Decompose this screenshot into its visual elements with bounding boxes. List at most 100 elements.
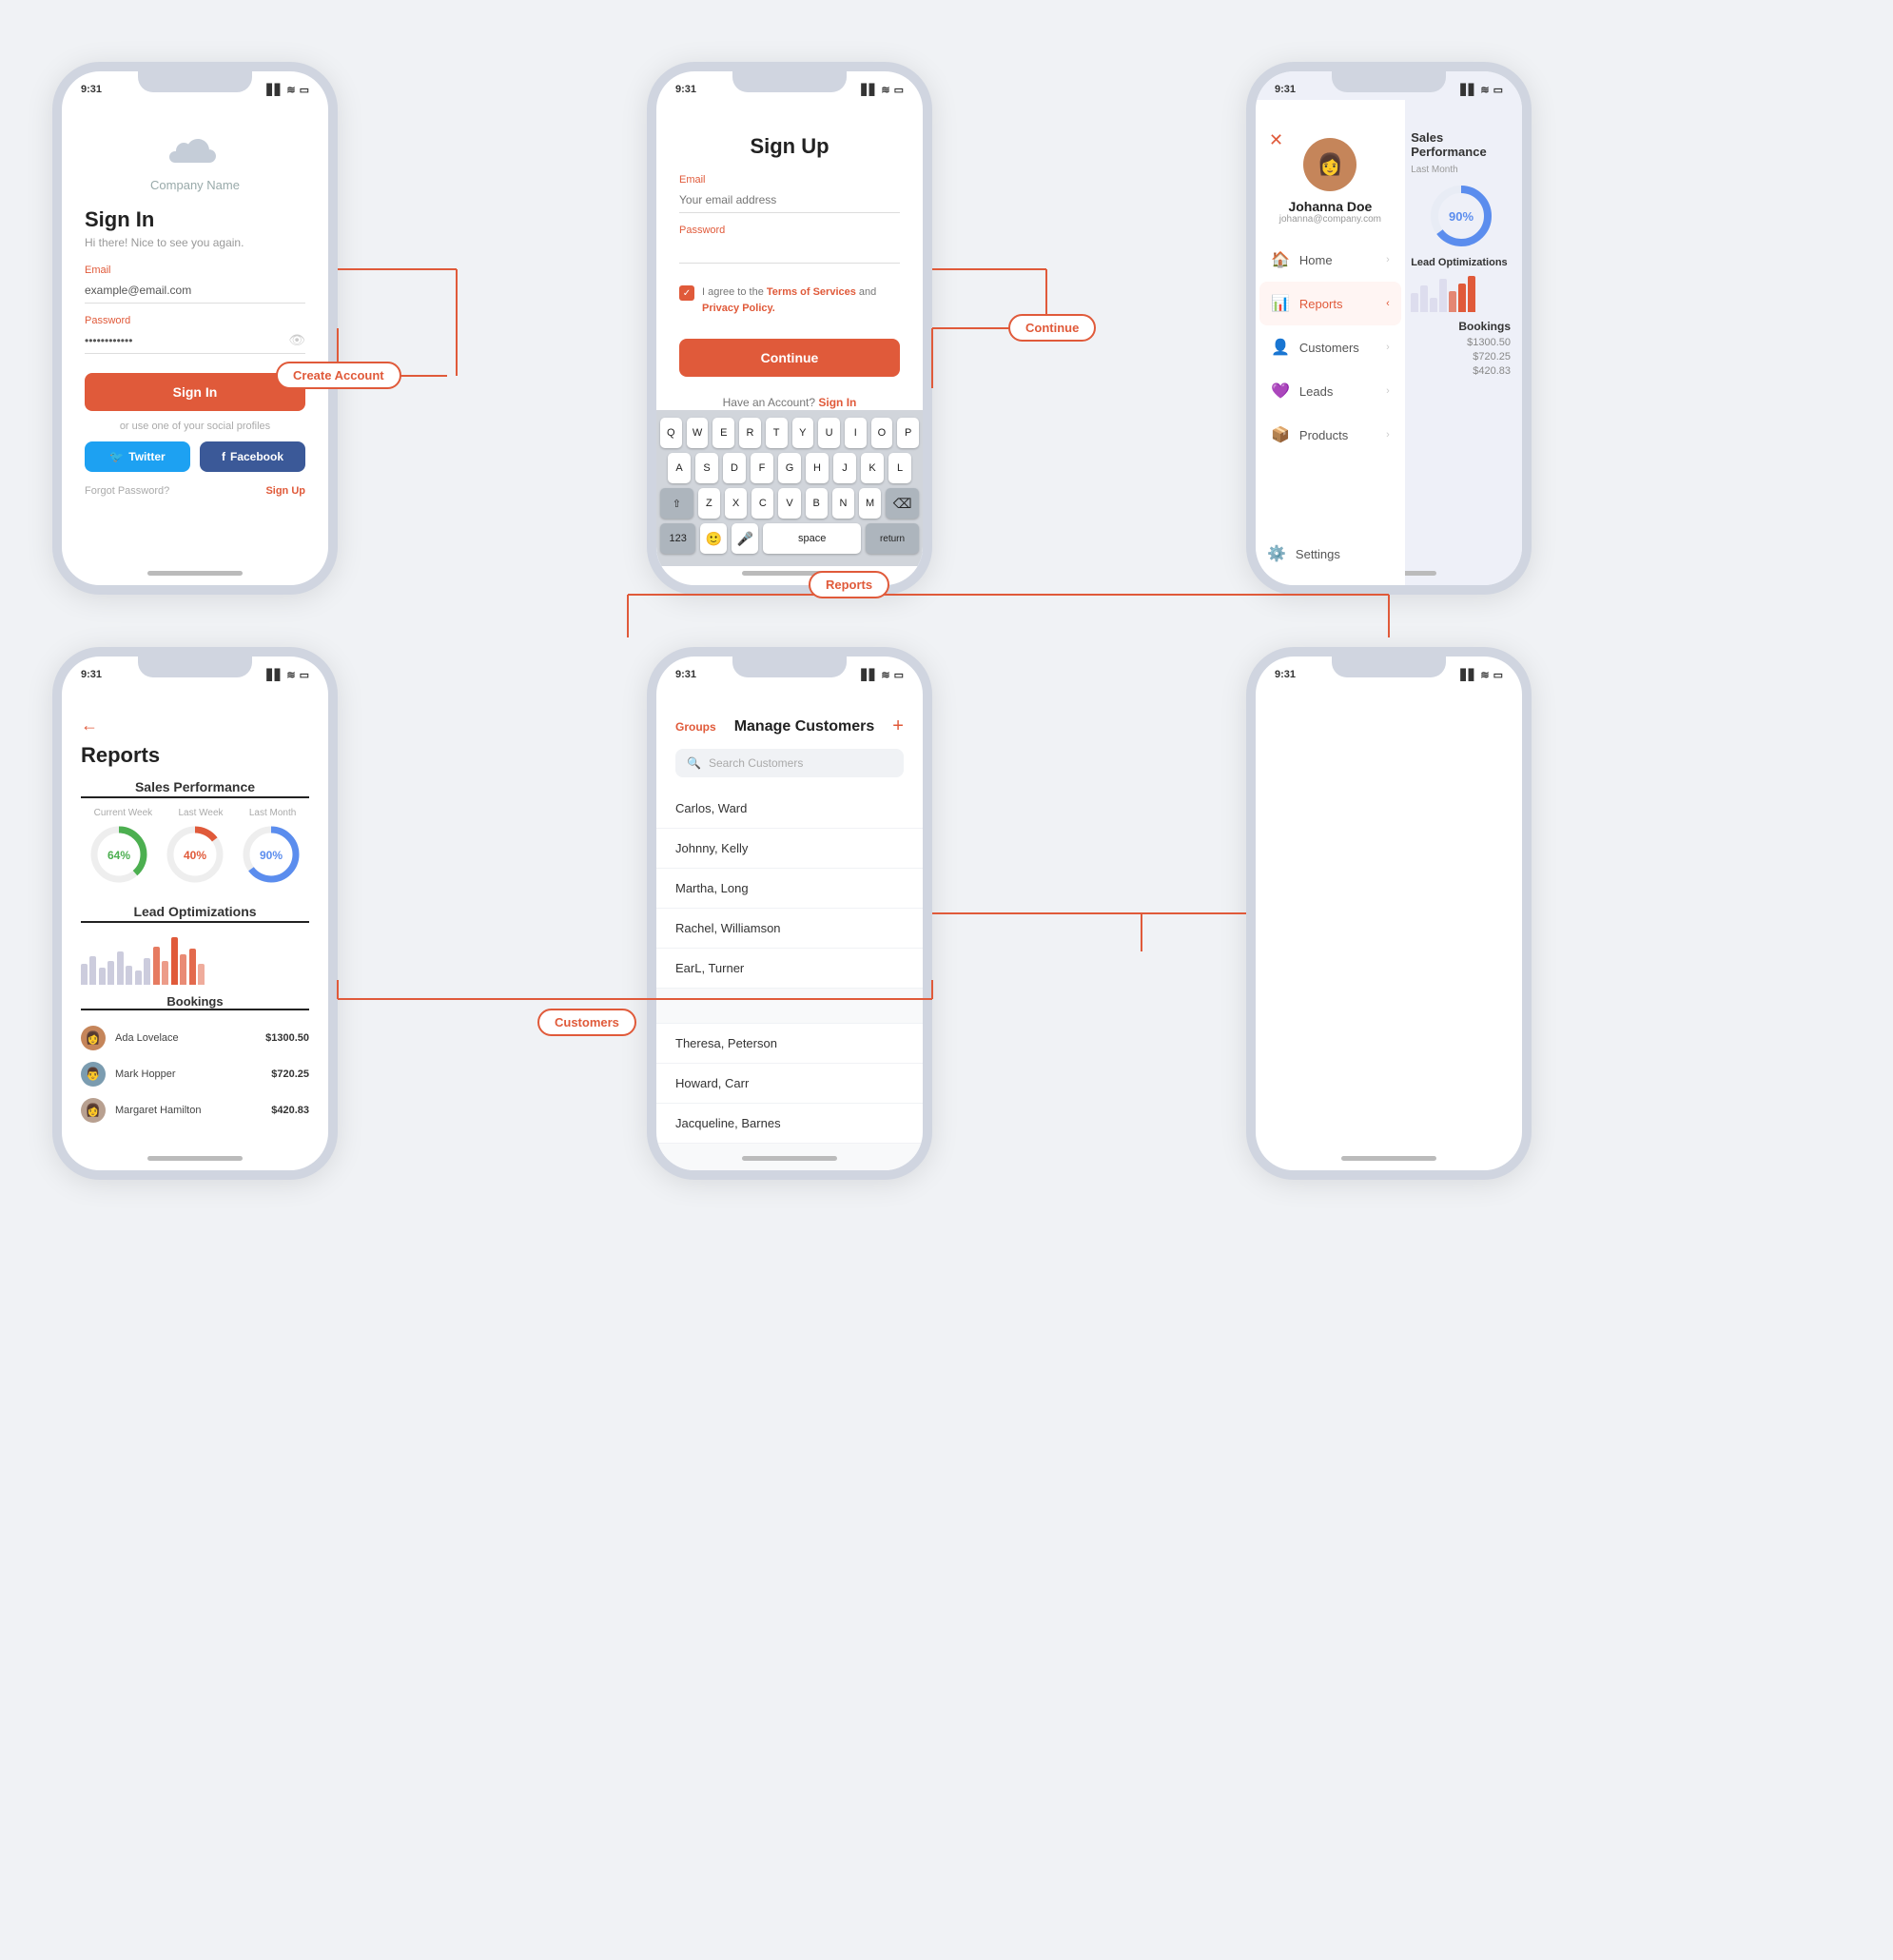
signup-link[interactable]: Sign Up (265, 485, 305, 497)
status-icons: ▋▋ ≋ ▭ (1460, 84, 1503, 96)
customer-item[interactable]: EarL, Turner (656, 949, 923, 989)
key-space[interactable]: space (763, 523, 861, 554)
key-p[interactable]: P (897, 418, 919, 448)
bookings-list: 👩 Ada Lovelace $1300.50 👨 Mark Hopper $7… (81, 1020, 309, 1128)
key-u[interactable]: U (818, 418, 840, 448)
customer-item[interactable]: Martha, Long (656, 869, 923, 909)
phone-reports: 9:31 ▋▋ ≋ ▭ ← Reports Sales Performance … (52, 647, 338, 1180)
notch (1332, 71, 1446, 92)
keyboard[interactable]: Q W E R T Y U I O P A S D F G H J K L (656, 410, 923, 566)
add-customer-button[interactable]: + (892, 715, 904, 737)
customer-item[interactable]: Howard, Carr (656, 1064, 923, 1104)
key-y[interactable]: Y (792, 418, 814, 448)
key-i[interactable]: I (845, 418, 867, 448)
key-c[interactable]: C (751, 488, 773, 519)
bar-group (81, 956, 96, 985)
key-f[interactable]: F (751, 453, 773, 483)
menu-reports-label: Reports (1299, 297, 1343, 311)
key-h[interactable]: H (806, 453, 829, 483)
battery-icon: ▭ (1493, 669, 1503, 681)
password-input[interactable] (85, 330, 305, 354)
back-button[interactable]: ← (81, 715, 309, 735)
donut-current-week: 64% (88, 824, 150, 891)
email-input[interactable] (679, 189, 900, 213)
key-o[interactable]: O (871, 418, 893, 448)
key-mic[interactable]: 🎤 (732, 523, 758, 554)
menu-item-home[interactable]: 🏠 Home › (1259, 238, 1401, 282)
key-z[interactable]: Z (698, 488, 720, 519)
key-n[interactable]: N (832, 488, 854, 519)
menu-item-settings[interactable]: ⚙️ Settings (1256, 532, 1405, 576)
key-emoji[interactable]: 🙂 (700, 523, 727, 554)
customers-label: Customers (537, 1009, 636, 1036)
facebook-button[interactable]: f Facebook (200, 441, 305, 472)
key-d[interactable]: D (723, 453, 746, 483)
manage-title: Manage Customers (734, 718, 875, 735)
status-time: 9:31 (675, 669, 696, 680)
battery-icon: ▭ (894, 84, 904, 96)
password-input[interactable] (679, 240, 900, 264)
booking-amount-3: $420.83 (271, 1105, 309, 1116)
key-w[interactable]: W (687, 418, 709, 448)
key-shift[interactable]: ⇧ (660, 488, 693, 519)
booking-row-3: 👩 Margaret Hamilton $420.83 (81, 1092, 309, 1128)
sales-performance-title: Sales Performance (1411, 130, 1511, 159)
menu-item-customers[interactable]: 👤 Customers › (1259, 325, 1401, 369)
eye-icon[interactable]: 👁 (288, 332, 305, 348)
booking-row-1: 👩 Ada Lovelace $1300.50 (81, 1020, 309, 1056)
notch (138, 71, 252, 92)
continue-button[interactable]: Continue (679, 339, 900, 377)
key-t[interactable]: T (766, 418, 788, 448)
customer-item[interactable]: Jacqueline, Barnes (656, 1104, 923, 1144)
chevron-icon: › (1386, 429, 1390, 441)
key-delete[interactable]: ⌫ (886, 488, 919, 519)
key-123[interactable]: 123 (660, 523, 695, 554)
key-g[interactable]: G (778, 453, 801, 483)
keyboard-row-3: ⇧ Z X C V B N M ⌫ (660, 488, 919, 519)
key-e[interactable]: E (712, 418, 734, 448)
bookings-title: Bookings (1411, 320, 1511, 333)
svg-text:40%: 40% (183, 849, 205, 862)
bar (107, 961, 114, 985)
key-v[interactable]: V (778, 488, 800, 519)
continue-label: Continue (1008, 314, 1096, 342)
key-x[interactable]: X (725, 488, 747, 519)
key-k[interactable]: K (861, 453, 884, 483)
key-j[interactable]: J (833, 453, 856, 483)
signin-link[interactable]: Sign In (818, 396, 856, 409)
key-q[interactable]: Q (660, 418, 682, 448)
close-button[interactable]: ✕ (1269, 130, 1283, 150)
key-return[interactable]: return (866, 523, 919, 554)
phone-customers: 9:31 ▋▋ ≋ ▭ Groups Manage Customers + 🔍 … (647, 647, 932, 1180)
key-r[interactable]: R (739, 418, 761, 448)
booking-amount-1: $1300.50 (1411, 337, 1511, 348)
customer-item[interactable]: Carlos, Ward (656, 789, 923, 829)
chevron-icon: ‹ (1386, 298, 1390, 309)
signin-button[interactable]: Sign In (85, 373, 305, 411)
terms-checkbox[interactable]: ✓ (679, 285, 694, 301)
terms-link[interactable]: Terms of Services (767, 286, 856, 298)
key-l[interactable]: L (888, 453, 911, 483)
bookings-underline (81, 1009, 309, 1010)
customer-item[interactable]: Rachel, Williamson (656, 909, 923, 949)
customer-item[interactable]: Johnny, Kelly (656, 829, 923, 869)
menu-item-leads[interactable]: 💜 Leads › (1259, 369, 1401, 413)
bar-group (153, 947, 168, 985)
menu-item-reports[interactable]: 📊 Reports ‹ (1259, 282, 1401, 325)
twitter-button[interactable]: 🐦 Twitter (85, 441, 190, 472)
customer-item[interactable]: Theresa, Peterson (656, 1024, 923, 1064)
forgot-password[interactable]: Forgot Password? (85, 485, 169, 497)
key-b[interactable]: B (806, 488, 828, 519)
status-time: 9:31 (81, 84, 102, 95)
key-a[interactable]: A (668, 453, 691, 483)
key-s[interactable]: S (695, 453, 718, 483)
bar-group (171, 937, 186, 985)
search-bar[interactable]: 🔍 Search Customers (675, 749, 904, 777)
signup-title: Sign Up (679, 134, 900, 159)
groups-tab[interactable]: Groups (675, 720, 716, 734)
email-input[interactable] (85, 280, 305, 304)
key-m[interactable]: M (859, 488, 881, 519)
privacy-link[interactable]: Privacy Policy. (702, 303, 775, 314)
menu-item-products[interactable]: 📦 Products › (1259, 413, 1401, 457)
profile-name: Johanna Doe (1288, 199, 1372, 214)
